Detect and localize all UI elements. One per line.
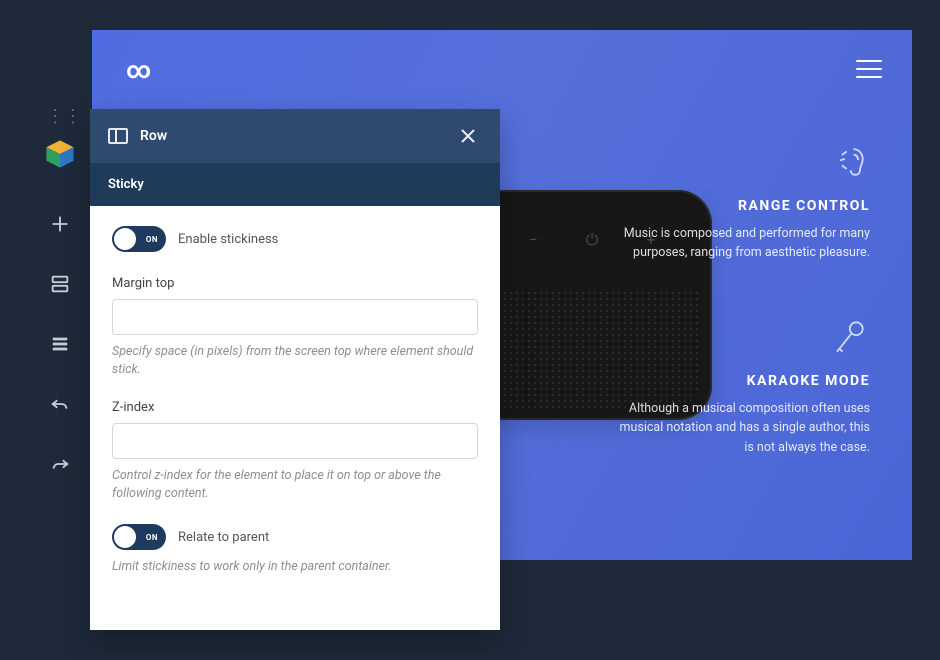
feature-list: RANGE CONTROL Music is composed and perf… <box>610 140 870 457</box>
z-index-label: Z-index <box>112 400 478 415</box>
enable-stickiness-toggle[interactable]: ON <box>112 226 166 252</box>
tool-rail: ⋮⋮ <box>30 109 90 630</box>
element-settings-panel: Row Sticky ON Enable stickiness Margin t… <box>90 109 500 630</box>
margin-top-hint: Specify space (in pixels) from the scree… <box>112 343 478 378</box>
row-icon <box>108 128 128 144</box>
toggle-state-label: ON <box>146 235 158 244</box>
relate-to-parent-hint: Limit stickiness to work only in the par… <box>112 558 478 576</box>
relate-to-parent-label: Relate to parent <box>178 530 269 545</box>
z-index-hint: Control z-index for the element to place… <box>112 467 478 502</box>
close-button[interactable] <box>454 122 482 150</box>
panel-header: Row <box>90 109 500 163</box>
feature-desc: Although a musical composition often use… <box>610 399 870 457</box>
app-logo-cube-icon <box>43 137 77 171</box>
microphone-icon <box>826 315 870 359</box>
ear-icon <box>826 140 870 184</box>
tree-view-button[interactable] <box>30 317 90 371</box>
feature-item: RANGE CONTROL Music is composed and perf… <box>610 140 870 263</box>
toggle-state-label: ON <box>146 533 158 542</box>
undo-button[interactable] <box>30 377 90 431</box>
feature-item: KARAOKE MODE Although a musical composit… <box>610 315 870 457</box>
z-index-input[interactable] <box>112 423 478 459</box>
feature-title: RANGE CONTROL <box>610 198 870 214</box>
add-element-button[interactable] <box>30 197 90 251</box>
panel-title: Row <box>140 128 167 144</box>
panel-section-title: Sticky <box>90 163 500 206</box>
hamburger-menu-icon[interactable] <box>856 60 882 78</box>
enable-stickiness-label: Enable stickiness <box>178 232 278 247</box>
relate-to-parent-toggle[interactable]: ON <box>112 524 166 550</box>
feature-desc: Music is composed and performed for many… <box>610 224 870 263</box>
margin-top-label: Margin top <box>112 276 478 291</box>
margin-top-input[interactable] <box>112 299 478 335</box>
panel-body: ON Enable stickiness Margin top Specify … <box>90 206 500 630</box>
feature-title: KARAOKE MODE <box>610 373 870 389</box>
site-logo: ∞ <box>126 56 151 84</box>
templates-button[interactable] <box>30 257 90 311</box>
redo-button[interactable] <box>30 437 90 491</box>
